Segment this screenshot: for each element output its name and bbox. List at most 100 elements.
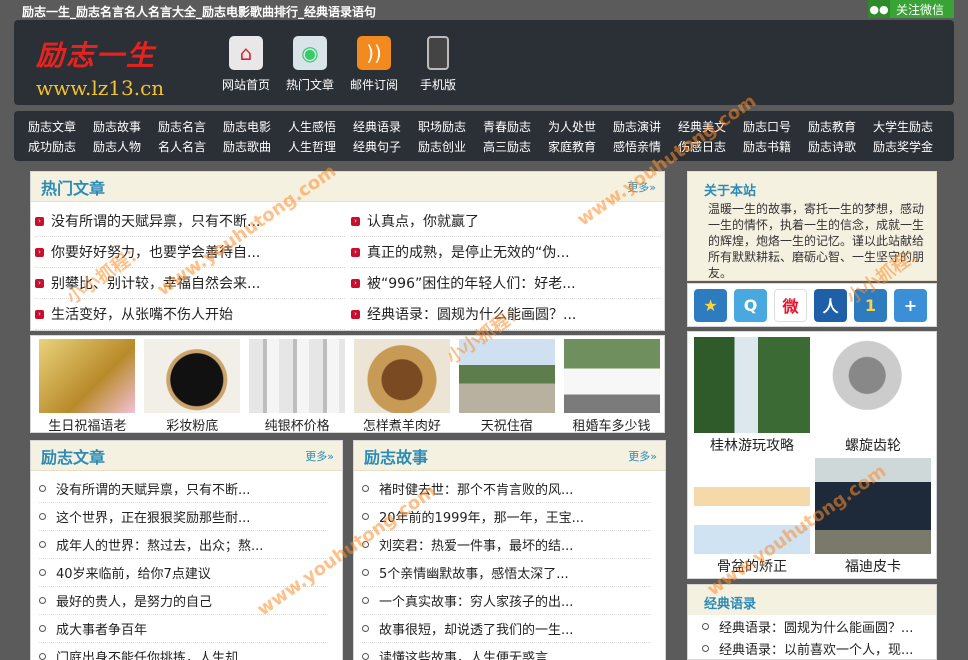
category-link[interactable]: 家庭教育 — [548, 138, 613, 158]
more-link[interactable]: 更多» — [628, 448, 657, 464]
category-row: 励志文章 励志故事 励志名言 励志电影 人生感悟 经典语录 职场励志 青春励志 为人处世 励志演讲… — [28, 118, 940, 138]
category-link[interactable]: 成功励志 — [28, 138, 93, 158]
list-item[interactable]: 一个真实故事：穷人家孩子的出... — [362, 587, 651, 615]
list-item[interactable]: 褚时健去世：那个不肯言败的风... — [362, 475, 651, 503]
article-title: 被“996”困住的年轻人们：好老... — [367, 276, 576, 292]
article-title: 20年前的1999年，那一年，王宝... — [379, 511, 585, 526]
arrow-bullet-icon: › — [351, 216, 360, 226]
list-item[interactable]: 门庭出身不能任你挑拣，人生却... — [39, 643, 328, 660]
logo-text: 励志一生 — [36, 39, 157, 72]
category-link[interactable]: 励志创业 — [418, 138, 483, 158]
hot-article-item[interactable]: › 认真点，你就赢了 — [351, 206, 661, 237]
more-link[interactable]: 更多» — [305, 448, 334, 464]
hot-article-item[interactable]: › 真正的成熟，是停止无效的“伪... — [351, 237, 661, 268]
category-link[interactable]: 经典句子 — [353, 138, 418, 158]
photo-item[interactable]: 天祝住宿 — [454, 339, 559, 434]
list-item[interactable]: 没有所谓的天赋异禀，只有不断... — [39, 475, 328, 503]
list-item[interactable]: 5个亲情幽默故事，感悟太深了... — [362, 559, 651, 587]
wechat-follow-button[interactable]: ●● 关注微信 — [868, 0, 954, 18]
category-link[interactable]: 经典美文 — [678, 118, 743, 138]
side-photo-item[interactable]: 福迪皮卡 — [814, 458, 932, 576]
lizhi-articles-list: 没有所谓的天赋异禀，只有不断... 这个世界，正在狠狠奖励那些耐... 成年人的世界… — [31, 471, 342, 660]
quote-title: 经典语录：圆规为什么能画圆？... — [719, 620, 914, 636]
article-title: 5个亲情幽默故事，感悟太深了... — [379, 567, 569, 582]
circle-bullet-icon — [362, 541, 369, 548]
list-item[interactable]: 20年前的1999年，那一年，王宝... — [362, 503, 651, 531]
photo-item[interactable]: 纯银杯价格 — [245, 339, 350, 434]
category-link[interactable]: 伤感日志 — [678, 138, 743, 158]
qzone-icon[interactable]: Q — [734, 288, 767, 322]
quote-item[interactable]: 经典语录：以前喜欢一个人，现... — [688, 637, 936, 659]
share-bar: ★ Q 微 人 1 + — [687, 283, 937, 327]
hot-article-item[interactable]: › 别攀比、别计较，幸福自然会来... — [35, 268, 345, 299]
article-title: 真正的成熟，是停止无效的“伪... — [367, 245, 570, 261]
side-photo-grid: 桂林游玩攻略 螺旋齿轮 骨盆的矫正 福迪皮卡 — [687, 331, 937, 579]
category-link[interactable]: 高三励志 — [483, 138, 548, 158]
nav-home[interactable]: ⌂ 网站首页 — [214, 36, 278, 93]
category-link[interactable]: 经典语录 — [353, 118, 418, 138]
category-link[interactable]: 励志诗歌 — [808, 138, 873, 158]
weibo-icon[interactable]: 微 — [774, 288, 807, 322]
rss-icon: )) — [357, 36, 391, 70]
site-logo[interactable]: 励志一生 www.lz13.cn — [36, 34, 196, 100]
side-photo-item[interactable]: 骨盆的矫正 — [693, 458, 811, 576]
hot-article-item[interactable]: › 没有所谓的天赋异禀，只有不断... — [35, 206, 345, 237]
photo-item[interactable]: 彩妆粉底 — [140, 339, 245, 434]
category-link[interactable]: 人生感悟 — [288, 118, 353, 138]
photo-item[interactable]: 生日祝福语老 — [35, 339, 140, 434]
list-item[interactable]: 读懂这些故事，人生便无惑言 — [362, 643, 651, 660]
category-link[interactable]: 励志书籍 — [743, 138, 808, 158]
category-link[interactable]: 励志人物 — [93, 138, 158, 158]
quote-item[interactable]: 经典语录：圆规为什么能画圆？... — [688, 615, 936, 637]
category-link[interactable]: 感悟亲情 — [613, 138, 678, 158]
article-title: 你要好好努力，也要学会善待自... — [51, 245, 261, 261]
side-photo-item[interactable]: 桂林游玩攻略 — [693, 337, 811, 455]
top-bar: 励志一生_励志名言名人名言大全_励志电影歌曲排行_经典语录语句 ●● 关注微信 — [0, 0, 968, 20]
circle-bullet-icon — [362, 485, 369, 492]
logo-url: www.lz13.cn — [36, 76, 165, 100]
circle-bullet-icon — [362, 597, 369, 604]
category-link[interactable]: 名人名言 — [158, 138, 223, 158]
list-item[interactable]: 成年人的世界：熬过去，出众；熬... — [39, 531, 328, 559]
main-nav: ⌂ 网站首页 ◉ 热门文章 )) 邮件订阅 手机版 — [214, 36, 470, 93]
list-item[interactable]: 刘奕君：热爱一件事，最坏的结... — [362, 531, 651, 559]
category-link[interactable]: 励志歌曲 — [223, 138, 288, 158]
list-item[interactable]: 最好的贵人，是努力的自己 — [39, 587, 328, 615]
photo-item[interactable]: 怎样煮羊肉好 — [349, 339, 454, 434]
category-link[interactable]: 励志电影 — [223, 118, 288, 138]
category-link[interactable]: 励志教育 — [808, 118, 873, 138]
category-link[interactable]: 励志奖学金 — [873, 138, 938, 158]
kaixin-icon[interactable]: 1 — [854, 288, 887, 322]
list-item[interactable]: 40岁来临前，给你7点建议 — [39, 559, 328, 587]
nav-hot-articles[interactable]: ◉ 热门文章 — [278, 36, 342, 93]
renren-icon[interactable]: 人 — [814, 288, 847, 322]
list-item[interactable]: 这个世界，正在狠狠奖励那些耐... — [39, 503, 328, 531]
nav-mobile[interactable]: 手机版 — [406, 36, 470, 93]
side-photo-item[interactable]: 螺旋齿轮 — [814, 337, 932, 455]
category-link[interactable]: 励志名言 — [158, 118, 223, 138]
category-bar: 励志文章 励志故事 励志名言 励志电影 人生感悟 经典语录 职场励志 青春励志 为人处世 励志演讲… — [14, 111, 954, 161]
category-link[interactable]: 励志演讲 — [613, 118, 678, 138]
list-item[interactable]: 故事很短，却说透了我们的一生... — [362, 615, 651, 643]
category-link[interactable]: 励志文章 — [28, 118, 93, 138]
category-link[interactable]: 励志口号 — [743, 118, 808, 138]
hot-article-item[interactable]: › 经典语录：圆规为什么能画圆？... — [351, 299, 661, 330]
site-title: 励志一生_励志名言名人名言大全_励志电影歌曲排行_经典语录语句 — [22, 5, 377, 19]
category-link[interactable]: 大学生励志 — [873, 118, 938, 138]
more-link[interactable]: 更多» — [627, 179, 656, 195]
hot-article-item[interactable]: › 被“996”困住的年轻人们：好老... — [351, 268, 661, 299]
category-link[interactable]: 人生哲理 — [288, 138, 353, 158]
list-item[interactable]: 成大事者争百年 — [39, 615, 328, 643]
category-link[interactable]: 青春励志 — [483, 118, 548, 138]
photo-item[interactable]: 租婚车多少钱 — [559, 339, 664, 434]
hot-article-item[interactable]: › 生活变好，从张嘴不伤人开始 — [35, 299, 345, 330]
circle-bullet-icon — [39, 653, 46, 660]
article-title: 褚时健去世：那个不肯言败的风... — [379, 483, 574, 498]
category-link[interactable]: 职场励志 — [418, 118, 483, 138]
nav-email-subscribe[interactable]: )) 邮件订阅 — [342, 36, 406, 93]
hot-article-item[interactable]: › 你要好好努力，也要学会善待自... — [35, 237, 345, 268]
more-share-plus-icon[interactable]: + — [894, 288, 927, 322]
category-link[interactable]: 为人处世 — [548, 118, 613, 138]
category-link[interactable]: 励志故事 — [93, 118, 158, 138]
favorite-star-icon[interactable]: ★ — [694, 288, 727, 322]
